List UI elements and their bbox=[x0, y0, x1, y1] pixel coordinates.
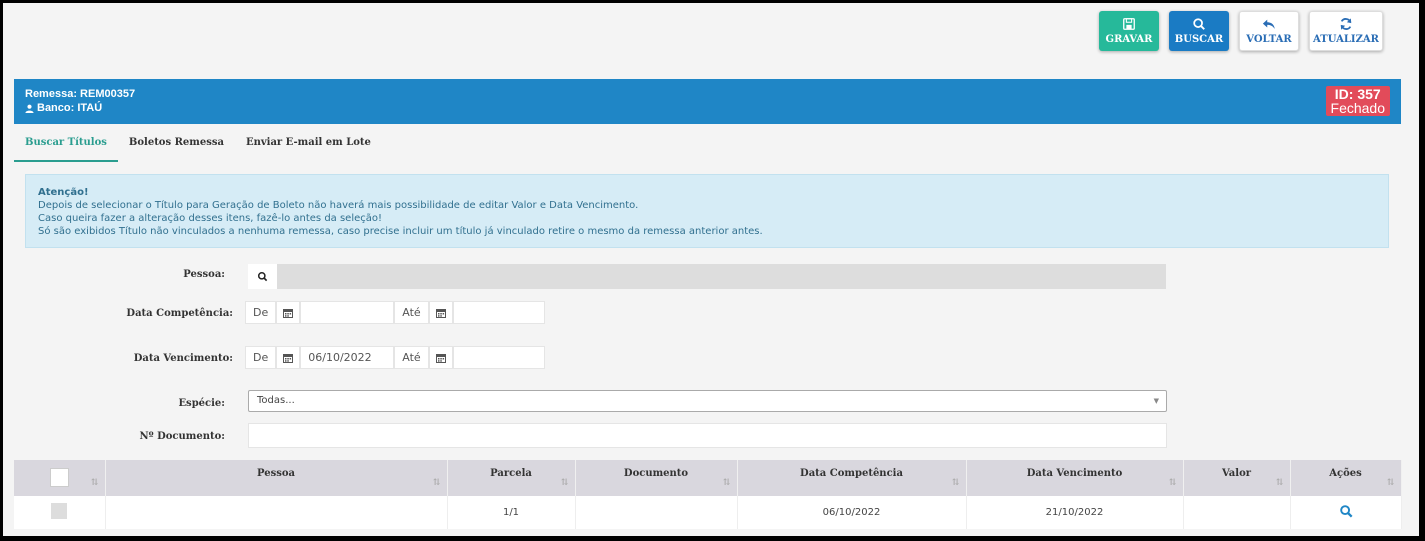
col-valor[interactable]: Valor ⇅ bbox=[1183, 460, 1291, 496]
tab-enviar-email-lote[interactable]: Enviar E-mail em Lote bbox=[235, 124, 382, 162]
competencia-ate-input[interactable] bbox=[452, 301, 545, 324]
pessoa-field[interactable] bbox=[277, 264, 1166, 289]
remessa-code: Remessa: REM00357 bbox=[25, 88, 136, 100]
vencimento-label: Data Vencimento: bbox=[133, 353, 233, 364]
refresh-label: ATUALIZAR bbox=[1313, 34, 1379, 45]
search-icon[interactable] bbox=[1339, 504, 1353, 518]
search-icon bbox=[257, 271, 268, 282]
floppy-disk-icon bbox=[1123, 18, 1135, 30]
col-data-competencia[interactable]: Data Competência ⇅ bbox=[737, 460, 967, 496]
row-checkbox[interactable] bbox=[51, 503, 68, 519]
select-all-checkbox[interactable] bbox=[49, 468, 69, 487]
reply-icon bbox=[1262, 19, 1275, 29]
user-icon bbox=[25, 104, 34, 113]
de-label: De bbox=[245, 301, 277, 324]
titulos-table: ⇅ Pessoa ⇅ Parcela ⇅ Documento ⇅ Data Compe… bbox=[14, 460, 1402, 529]
col-data-vencimento[interactable]: Data Vencimento ⇅ bbox=[966, 460, 1184, 496]
tab-boletos-remessa[interactable]: Boletos Remessa bbox=[118, 124, 235, 162]
sort-icon[interactable]: ⇅ bbox=[433, 478, 441, 488]
pessoa-label: Pessoa: bbox=[183, 269, 225, 280]
bank-line: Banco: ITAÚ bbox=[25, 102, 102, 114]
back-button[interactable]: VOLTAR bbox=[1239, 11, 1299, 51]
sort-icon[interactable]: ⇅ bbox=[723, 478, 731, 488]
search-button[interactable]: BUSCAR bbox=[1169, 11, 1229, 51]
col-parcela[interactable]: Parcela ⇅ bbox=[447, 460, 576, 496]
competencia-de-input[interactable] bbox=[300, 301, 395, 324]
especie-select[interactable]: Todas... ▼ bbox=[248, 390, 1167, 412]
status-badge: ID: 357 Fechado bbox=[1325, 86, 1390, 116]
sort-icon[interactable]: ⇅ bbox=[1169, 478, 1177, 488]
bank-name: Banco: ITAÚ bbox=[37, 102, 103, 114]
row-select-cell bbox=[14, 496, 106, 529]
chevron-down-icon: ▼ bbox=[1153, 397, 1159, 405]
vencimento-range: De 06/10/2022 Até bbox=[245, 346, 545, 369]
calendar-icon[interactable] bbox=[276, 301, 301, 324]
search-icon bbox=[1193, 18, 1205, 30]
cell-data-vencimento: 21/10/2022 bbox=[966, 496, 1184, 529]
page: GRAVAR BUSCAR VOLTAR ATUALIZAR Remessa: … bbox=[3, 3, 1419, 536]
back-label: VOLTAR bbox=[1246, 34, 1292, 45]
cell-data-competencia: 06/10/2022 bbox=[737, 496, 967, 529]
remessa-status: Fechado bbox=[1330, 100, 1385, 116]
de-label: De bbox=[245, 346, 277, 369]
col-acoes[interactable]: Ações ⇅ bbox=[1290, 460, 1402, 496]
cell-documento bbox=[575, 496, 738, 529]
especie-value: Todas... bbox=[257, 395, 295, 406]
alert-line: Depois de selecionar o Título para Geraç… bbox=[38, 200, 639, 211]
toolbar: GRAVAR BUSCAR VOLTAR ATUALIZAR bbox=[1099, 11, 1383, 51]
vencimento-de-input[interactable]: 06/10/2022 bbox=[300, 346, 395, 369]
attention-alert: Atenção! Depois de selecionar o Título p… bbox=[25, 174, 1389, 248]
ate-label: Até bbox=[394, 301, 429, 324]
select-all-header: ⇅ bbox=[14, 460, 106, 496]
calendar-icon[interactable] bbox=[428, 301, 453, 324]
tab-bar: Buscar Títulos Boletos Remessa Enviar E-… bbox=[14, 124, 382, 162]
alert-line: Caso queira fazer a alteração desses ite… bbox=[38, 213, 383, 224]
calendar-icon[interactable] bbox=[428, 346, 453, 369]
especie-label: Espécie: bbox=[178, 398, 225, 409]
sort-icon[interactable]: ⇅ bbox=[561, 478, 569, 488]
sort-icon[interactable]: ⇅ bbox=[1387, 478, 1395, 488]
refresh-button[interactable]: ATUALIZAR bbox=[1309, 11, 1383, 51]
competencia-range: De Até bbox=[245, 301, 545, 324]
table-header-row: ⇅ Pessoa ⇅ Parcela ⇅ Documento ⇅ Data Compe… bbox=[14, 460, 1402, 496]
sort-icon[interactable]: ⇅ bbox=[952, 478, 960, 488]
sort-icon[interactable]: ⇅ bbox=[91, 478, 99, 488]
save-button[interactable]: GRAVAR bbox=[1099, 11, 1159, 51]
calendar-icon[interactable] bbox=[276, 346, 301, 369]
tab-buscar-titulos[interactable]: Buscar Títulos bbox=[14, 124, 118, 162]
cell-acoes bbox=[1290, 496, 1402, 529]
search-label: BUSCAR bbox=[1174, 34, 1224, 45]
alert-title: Atenção! bbox=[38, 187, 89, 198]
documento-label: Nº Documento: bbox=[139, 431, 225, 442]
col-documento[interactable]: Documento ⇅ bbox=[575, 460, 738, 496]
save-label: GRAVAR bbox=[1105, 34, 1153, 45]
pessoa-search-button[interactable] bbox=[248, 264, 277, 289]
documento-input[interactable] bbox=[248, 423, 1167, 448]
col-pessoa[interactable]: Pessoa ⇅ bbox=[105, 460, 448, 496]
cell-pessoa bbox=[105, 496, 448, 529]
refresh-icon bbox=[1340, 18, 1352, 30]
table-row: 1/1 06/10/2022 21/10/2022 bbox=[14, 496, 1402, 529]
remessa-id: ID: 357 bbox=[1334, 86, 1381, 102]
cell-valor bbox=[1183, 496, 1291, 529]
remessa-header: Remessa: REM00357 Banco: ITAÚ ID: 357 Fe… bbox=[14, 79, 1401, 124]
cell-parcela: 1/1 bbox=[447, 496, 576, 529]
alert-line: Só são exibidos Título não vinculados a … bbox=[38, 226, 763, 237]
vencimento-ate-input[interactable] bbox=[452, 346, 545, 369]
ate-label: Até bbox=[394, 346, 429, 369]
sort-icon[interactable]: ⇅ bbox=[1276, 478, 1284, 488]
competencia-label: Data Competência: bbox=[126, 308, 233, 319]
